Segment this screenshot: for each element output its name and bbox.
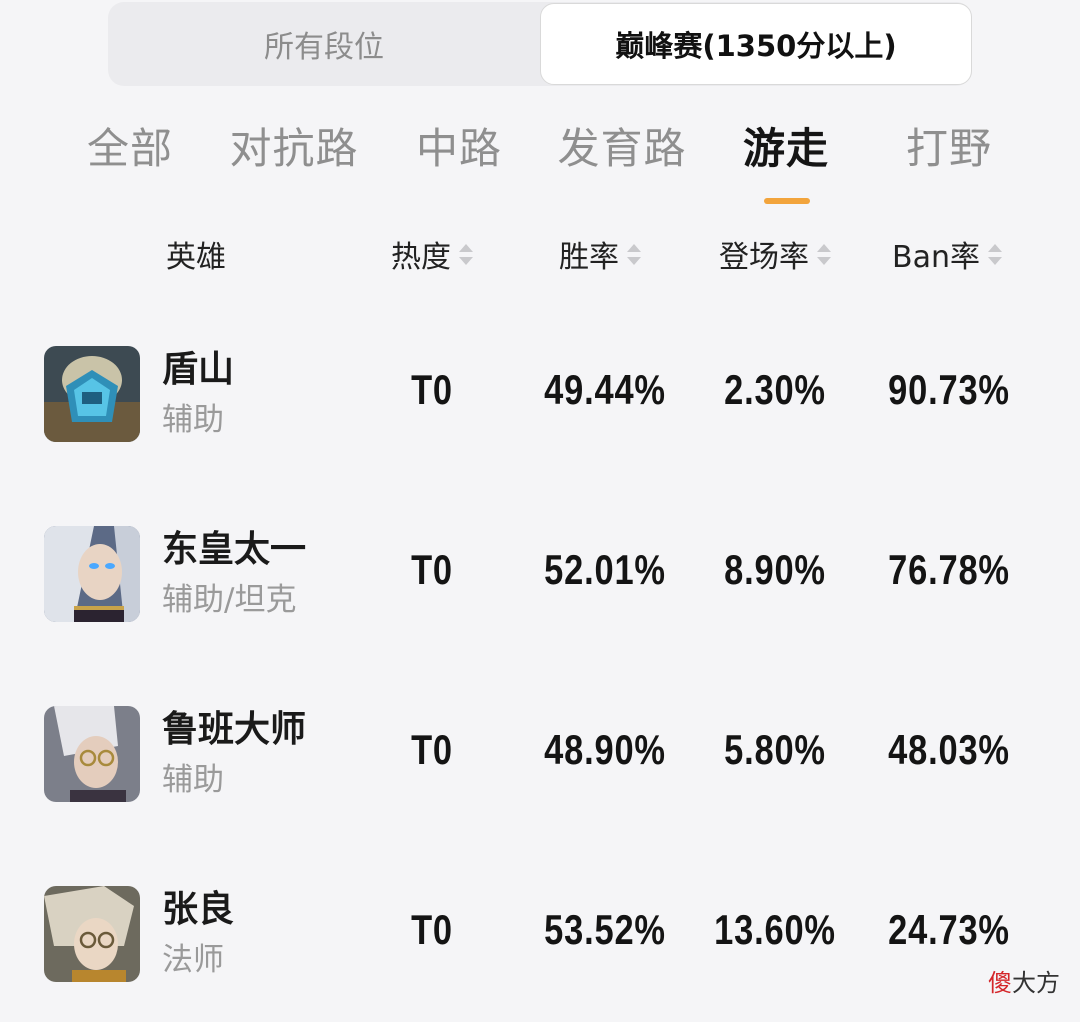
table-header: 英雄 热度 胜率 登场率 Ban率 — [0, 226, 1080, 282]
tab-top-lane[interactable]: 对抗路 — [216, 110, 372, 180]
pick-rate: 5.80% — [724, 726, 826, 773]
column-header-heat-label: 热度 — [391, 240, 451, 275]
hero-role: 法师 — [162, 942, 224, 978]
rank-filter-segmented-control: 所有段位 巅峰赛(1350分以上) — [108, 2, 972, 86]
column-header-win-rate-label: 胜率 — [559, 240, 619, 275]
column-header-heat[interactable]: 热度 — [372, 226, 492, 282]
win-rate: 48.90% — [544, 726, 666, 773]
tab-mid-lane[interactable]: 中路 — [402, 110, 516, 180]
column-header-ban-rate[interactable]: Ban率 — [872, 226, 1022, 282]
hero-avatar — [44, 526, 140, 622]
hero-name: 盾山 — [162, 349, 235, 390]
column-header-hero-label: 英雄 — [166, 240, 226, 275]
sort-icon — [627, 243, 641, 265]
column-header-pick-rate[interactable]: 登场率 — [700, 226, 850, 282]
tab-bot-lane[interactable]: 发育路 — [544, 110, 700, 180]
hero-portrait-icon — [44, 706, 140, 802]
ban-rate: 24.73% — [888, 906, 1010, 953]
sort-icon — [459, 243, 473, 265]
heat-tier: T0 — [411, 726, 453, 773]
tab-all[interactable]: 全部 — [70, 110, 190, 180]
heat-tier: T0 — [411, 546, 453, 593]
win-rate: 52.01% — [544, 546, 666, 593]
active-tab-indicator — [764, 198, 810, 204]
column-header-ban-rate-label: Ban率 — [892, 240, 980, 275]
pick-rate: 2.30% — [724, 366, 826, 413]
hero-ranking-page: 所有段位 巅峰赛(1350分以上) 全部 对抗路 中路 发育路 游走 打野 英雄… — [0, 0, 1080, 1022]
tab-jungle[interactable]: 打野 — [892, 110, 1006, 180]
win-rate: 49.44% — [544, 366, 666, 413]
watermark-first-char: 傻 — [988, 969, 1012, 997]
hero-avatar — [44, 886, 140, 982]
hero-role: 辅助 — [162, 762, 224, 798]
pick-rate: 13.60% — [714, 906, 836, 953]
hero-avatar — [44, 706, 140, 802]
table-row[interactable]: 鲁班大师 辅助 T0 48.90% 5.80% 48.03% — [0, 700, 1080, 810]
win-rate: 53.52% — [544, 906, 666, 953]
watermark: 傻大方 — [988, 963, 1060, 998]
hero-name: 张良 — [162, 889, 235, 930]
column-header-win-rate[interactable]: 胜率 — [540, 226, 660, 282]
hero-portrait-icon — [44, 346, 140, 442]
column-header-pick-rate-label: 登场率 — [719, 240, 809, 275]
rank-tab-all[interactable]: 所有段位 — [108, 2, 540, 86]
hero-role: 辅助/坦克 — [162, 582, 297, 618]
table-row[interactable]: 东皇太一 辅助/坦克 T0 52.01% 8.90% 76.78% — [0, 520, 1080, 630]
column-header-hero: 英雄 — [140, 226, 252, 282]
ban-rate: 90.73% — [888, 366, 1010, 413]
ban-rate: 76.78% — [888, 546, 1010, 593]
heat-tier: T0 — [411, 366, 453, 413]
hero-name: 鲁班大师 — [162, 709, 307, 750]
sort-icon — [817, 243, 831, 265]
position-tabs: 全部 对抗路 中路 发育路 游走 打野 — [0, 110, 1080, 210]
rank-tab-peak[interactable]: 巅峰赛(1350分以上) — [540, 3, 972, 85]
table-row[interactable]: 盾山 辅助 T0 49.44% 2.30% 90.73% — [0, 340, 1080, 450]
pick-rate: 8.90% — [724, 546, 826, 593]
table-row[interactable]: 张良 法师 T0 53.52% 13.60% 24.73% — [0, 880, 1080, 990]
heat-tier: T0 — [411, 906, 453, 953]
watermark-rest: 大方 — [1012, 969, 1060, 997]
ban-rate: 48.03% — [888, 726, 1010, 773]
tab-roam[interactable]: 游走 — [730, 110, 842, 180]
hero-portrait-icon — [44, 526, 140, 622]
hero-name: 东皇太一 — [162, 529, 307, 570]
hero-portrait-icon — [44, 886, 140, 982]
sort-icon — [987, 243, 1002, 265]
hero-role: 辅助 — [162, 402, 224, 438]
hero-avatar — [44, 346, 140, 442]
